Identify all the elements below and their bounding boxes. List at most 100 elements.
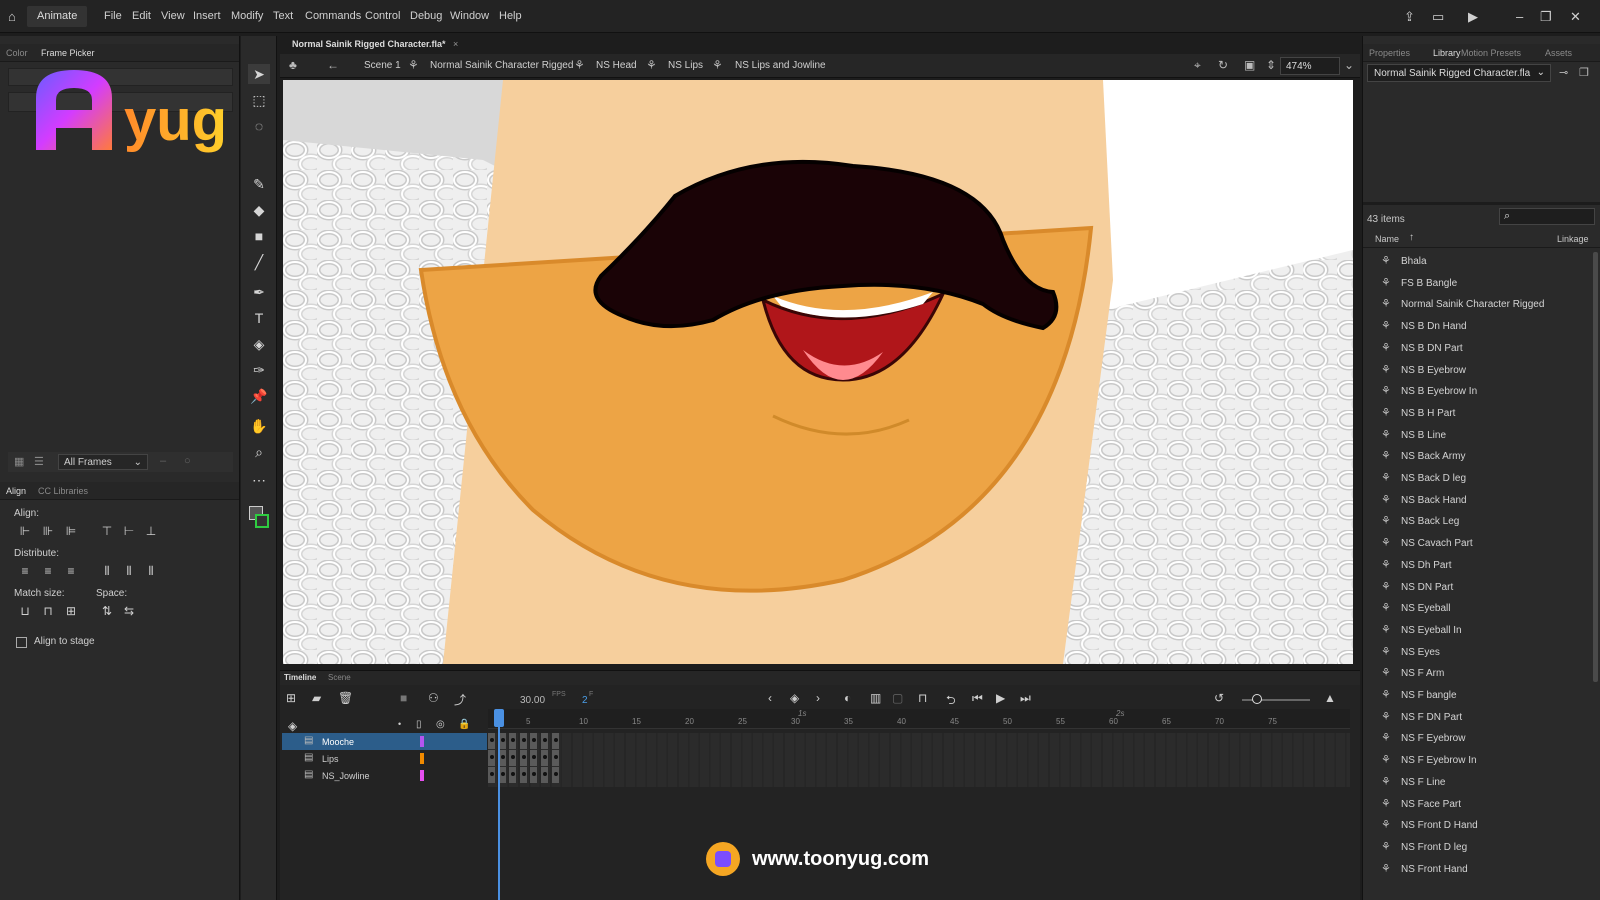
library-item[interactable]: ⚘ NS B Line [1381, 426, 1581, 446]
tab-library[interactable]: Library [1433, 48, 1461, 58]
zoom-tool-icon[interactable]: ⌕ [248, 442, 270, 462]
space-vertical-icon[interactable]: ⇅ [100, 604, 114, 618]
keyframe[interactable] [530, 750, 539, 766]
library-item[interactable]: ⚘ NS Front Hand [1381, 860, 1581, 880]
align-vcenter-icon[interactable]: ⊢ [122, 524, 136, 538]
distribute-right-icon[interactable]: ⦀ [144, 564, 158, 578]
play-icon[interactable]: ▶ [996, 691, 1005, 705]
grid-view-icon[interactable]: ▦ [14, 455, 24, 468]
library-item[interactable]: ⚘ Bhala [1381, 252, 1581, 272]
menu-window[interactable]: Window [450, 10, 489, 22]
graph-icon[interactable]: ⤴ [454, 691, 466, 708]
mountain-icon[interactable]: ▲ [1324, 691, 1336, 705]
library-item[interactable]: ⚘ Normal Sainik Character Rigged [1381, 295, 1581, 315]
pin-icon[interactable]: ⊸ [1559, 66, 1568, 79]
pin-tool-icon[interactable]: 📌 [248, 386, 270, 406]
library-item[interactable]: ⚘ NS Cavach Part [1381, 534, 1581, 554]
align-hcenter-icon[interactable]: ⊪ [41, 524, 55, 538]
chevron-down-icon[interactable]: ⌄ [1344, 58, 1354, 72]
align-right-icon[interactable]: ⊫ [64, 524, 78, 538]
keyframe[interactable] [551, 733, 560, 749]
new-layer-icon[interactable]: ⊞ [286, 691, 296, 705]
prev-keyframe-icon[interactable]: ‹ [768, 691, 772, 705]
distribute-bottom-icon[interactable]: ≡ [64, 564, 78, 578]
document-tab-title[interactable]: Normal Sainik Rigged Character.fla* [292, 39, 446, 49]
match-both-icon[interactable]: ⊞ [64, 604, 78, 618]
library-item[interactable]: ⚘ NS F bangle [1381, 686, 1581, 706]
library-item[interactable]: ⚘ NS Eyeball [1381, 599, 1581, 619]
layer-name[interactable]: Lips [322, 754, 339, 764]
edit-symbol-icon[interactable]: ♣ [289, 58, 297, 72]
clip-icon[interactable]: ▣ [1244, 58, 1255, 72]
keyframe[interactable] [551, 750, 560, 766]
keyframe[interactable] [541, 733, 549, 749]
match-height-icon[interactable]: ⊓ [41, 604, 55, 618]
layer-color-swatch[interactable] [420, 736, 424, 747]
library-item[interactable]: ⚘ NS DN Part [1381, 578, 1581, 598]
layout-icon[interactable]: ▭ [1432, 9, 1444, 25]
outline-icon[interactable]: ▯ [416, 719, 422, 730]
breadcrumb-head[interactable]: NS Head [596, 60, 637, 71]
layer-color-swatch[interactable] [420, 770, 424, 781]
fps-value[interactable]: 30.00 [520, 695, 545, 706]
brush-tool-icon[interactable]: ✎ [248, 174, 270, 194]
onion-skin-icon[interactable]: ◐ [844, 691, 851, 705]
library-item[interactable]: ⚘ NS Back Hand [1381, 491, 1581, 511]
library-item[interactable]: ⚘ FS B Bangle [1381, 274, 1581, 294]
test-movie-icon[interactable]: ▶ [1468, 9, 1478, 25]
library-item[interactable]: ⚘ NS F Arm [1381, 664, 1581, 684]
library-item[interactable]: ⚘ NS B DN Part [1381, 339, 1581, 359]
rectangle-tool-icon[interactable]: ■ [248, 226, 270, 246]
library-item[interactable]: ⚘ NS B Eyebrow In [1381, 382, 1581, 402]
keyframe[interactable] [488, 733, 496, 749]
tab-scene[interactable]: Scene [328, 673, 351, 682]
keyframe[interactable] [519, 767, 528, 783]
tab-frame-picker[interactable]: Frame Picker [41, 48, 95, 58]
frames-filter-select[interactable]: All Frames ⌄ [58, 454, 148, 470]
current-frame[interactable]: 2 [582, 695, 588, 706]
pen-tool-icon[interactable]: ✒ [248, 282, 270, 302]
home-icon[interactable]: ⌂ [8, 9, 16, 24]
center-stage-icon[interactable]: ⌖ [1194, 58, 1201, 73]
eraser-tool-icon[interactable]: ◆ [248, 200, 270, 220]
timeline-zoom-handle[interactable] [1252, 694, 1262, 704]
next-keyframe-icon[interactable]: › [816, 691, 820, 705]
library-item[interactable]: ⚘ NS B Dn Hand [1381, 317, 1581, 337]
keyframe[interactable] [509, 767, 518, 783]
library-item[interactable]: ⚘ NS F Line [1381, 773, 1581, 793]
minimize-icon[interactable]: – [1516, 9, 1523, 24]
keyframe[interactable] [530, 733, 539, 749]
edit-multiple-frames-icon[interactable]: ▥ [870, 691, 881, 705]
new-folder-icon[interactable]: ▰ [312, 691, 321, 705]
layer-name[interactable]: NS_Jowline [322, 771, 370, 781]
menu-control[interactable]: Control [365, 10, 400, 22]
layer-name[interactable]: Mooche [322, 737, 354, 747]
tab-timeline[interactable]: Timeline [284, 673, 316, 682]
playhead[interactable] [498, 709, 500, 900]
align-left-icon[interactable]: ⊩ [18, 524, 32, 538]
timeline-ruler[interactable]: 5 10 15 20 25 30 35 40 45 50 55 60 65 70 75 [488, 709, 1350, 729]
library-item[interactable]: ⚘ NS F Eyebrow [1381, 729, 1581, 749]
step-forward-icon[interactable]: ⏭ [1020, 691, 1031, 706]
keyframe[interactable] [519, 733, 528, 749]
align-to-stage-checkbox[interactable] [16, 637, 27, 648]
undo-icon[interactable]: ↺ [1214, 691, 1224, 705]
keyframe[interactable] [541, 750, 549, 766]
fill-color-swatch[interactable] [255, 514, 269, 528]
publish-icon[interactable]: ⇪ [1404, 9, 1415, 25]
menu-edit[interactable]: Edit [132, 10, 151, 22]
menu-commands[interactable]: Commands [305, 10, 361, 22]
minus-icon[interactable]: – [160, 455, 166, 467]
eyedropper-tool-icon[interactable]: ✑ [248, 360, 270, 380]
library-item[interactable]: ⚘ NS F Eyebrow In [1381, 751, 1581, 771]
library-item[interactable]: ⚘ NS Dh Part [1381, 556, 1581, 576]
library-file-select[interactable]: Normal Sainik Rigged Character.fla ⌄ [1367, 64, 1551, 82]
distribute-left-icon[interactable]: ⦀ [100, 564, 114, 578]
new-library-icon[interactable]: ❐ [1579, 66, 1589, 79]
selection-tool-icon[interactable]: ➤ [248, 64, 270, 84]
insert-keyframe-icon[interactable]: ◈ [790, 691, 799, 705]
lasso-tool-icon[interactable]: ◌ [248, 116, 270, 136]
tab-color[interactable]: Color [6, 48, 28, 58]
rotate-stage-icon[interactable]: ↻ [1218, 58, 1228, 72]
free-transform-tool-icon[interactable]: ⬚ [248, 90, 270, 110]
